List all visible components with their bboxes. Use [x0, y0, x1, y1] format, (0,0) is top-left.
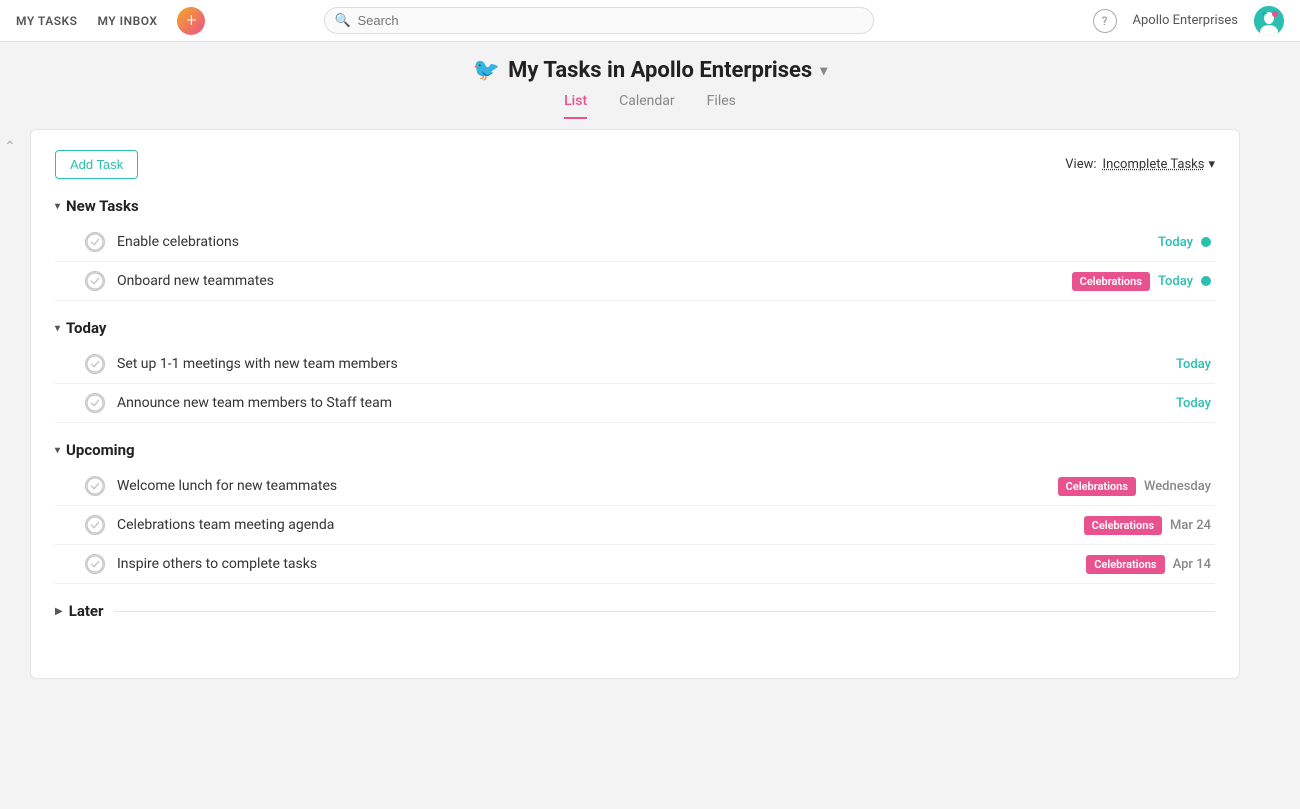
task-tag-6: Celebrations	[1084, 516, 1162, 535]
view-label: View:	[1065, 157, 1096, 172]
task-date-4: Today	[1176, 396, 1211, 411]
task-tag-5: Celebrations	[1058, 477, 1136, 496]
task-meta-7: Celebrations Apr 14	[1086, 555, 1211, 574]
my-inbox-nav[interactable]: MY INBOX	[97, 14, 157, 28]
view-chevron: ▾	[1208, 157, 1215, 172]
logo-icon: 🐦	[473, 58, 500, 83]
page-header: 🐦 My Tasks in Apollo Enterprises ▾ List …	[0, 42, 1300, 119]
task-meta-1: Today	[1158, 235, 1211, 250]
task-meta-4: Today	[1176, 396, 1211, 411]
task-tag-2: Celebrations	[1072, 272, 1150, 291]
task-date-3: Today	[1176, 357, 1211, 372]
add-button[interactable]: +	[177, 7, 205, 35]
task-date-5: Wednesday	[1144, 479, 1211, 494]
task-name-3: Set up 1-1 meetings with new team member…	[117, 356, 1164, 372]
task-meta-5: Celebrations Wednesday	[1058, 477, 1211, 496]
task-dot-2	[1201, 276, 1211, 286]
task-checkbox-6[interactable]	[85, 515, 105, 535]
task-name-4: Announce new team members to Staff team	[117, 395, 1164, 411]
top-nav: MY TASKS MY INBOX + 🔍 ? Apollo Enterpris…	[0, 0, 1300, 42]
task-checkbox-5[interactable]	[85, 476, 105, 496]
later-label: Later	[69, 602, 104, 620]
view-filter[interactable]: View: Incomplete Tasks ▾	[1065, 157, 1215, 172]
sidebar-toggle-icon: ⌃	[4, 139, 16, 155]
section-upcoming[interactable]: ▾ Upcoming	[55, 441, 1215, 459]
workspace-label: Apollo Enterprises	[1133, 13, 1238, 28]
upcoming-caret: ▾	[55, 445, 60, 456]
task-date-2: Today	[1158, 274, 1193, 289]
main-content: Add Task View: Incomplete Tasks ▾ ▾ New …	[20, 119, 1300, 809]
today-caret: ▾	[55, 323, 60, 334]
task-checkbox-2[interactable]	[85, 271, 105, 291]
nav-right: ? Apollo Enterprises	[1093, 6, 1284, 36]
task-date-1: Today	[1158, 235, 1193, 250]
task-checkbox-4[interactable]	[85, 393, 105, 413]
page-tabs: List Calendar Files	[0, 93, 1300, 119]
search-bar: 🔍	[324, 7, 874, 34]
help-button[interactable]: ?	[1093, 9, 1117, 33]
later-divider	[114, 611, 1215, 612]
task-meta-2: Celebrations Today	[1072, 272, 1211, 291]
task-checkbox-1[interactable]	[85, 232, 105, 252]
task-name-2: Onboard new teammates	[117, 273, 1060, 289]
today-label: Today	[66, 319, 106, 337]
task-name-6: Celebrations team meeting agenda	[117, 517, 1072, 533]
task-name-7: Inspire others to complete tasks	[117, 556, 1074, 572]
tab-list[interactable]: List	[564, 93, 587, 119]
avatar[interactable]	[1254, 6, 1284, 36]
toolbar: Add Task View: Incomplete Tasks ▾	[55, 150, 1215, 179]
task-dot-1	[1201, 237, 1211, 247]
task-name-5: Welcome lunch for new teammates	[117, 478, 1046, 494]
sidebar-toggle[interactable]: ⌃	[0, 119, 20, 809]
task-meta-3: Today	[1176, 357, 1211, 372]
title-chevron[interactable]: ▾	[820, 63, 827, 79]
new-tasks-label: New Tasks	[66, 197, 139, 215]
content-card: Add Task View: Incomplete Tasks ▾ ▾ New …	[30, 129, 1240, 679]
later-section[interactable]: ▶ Later	[55, 602, 1215, 620]
search-icon: 🔍	[334, 13, 350, 28]
search-input[interactable]	[324, 7, 874, 34]
upcoming-label: Upcoming	[66, 441, 135, 459]
tab-files[interactable]: Files	[707, 93, 736, 119]
task-row[interactable]: Inspire others to complete tasks Celebra…	[55, 545, 1215, 584]
tab-calendar[interactable]: Calendar	[619, 93, 675, 119]
task-date-6: Mar 24	[1170, 518, 1211, 533]
task-row[interactable]: Announce new team members to Staff team …	[55, 384, 1215, 423]
task-date-7: Apr 14	[1173, 557, 1211, 572]
task-row[interactable]: Enable celebrations Today	[55, 223, 1215, 262]
task-tag-7: Celebrations	[1086, 555, 1164, 574]
page-title: 🐦 My Tasks in Apollo Enterprises ▾	[0, 58, 1300, 83]
later-caret: ▶	[55, 606, 63, 617]
task-checkbox-7[interactable]	[85, 554, 105, 574]
task-row[interactable]: Welcome lunch for new teammates Celebrat…	[55, 467, 1215, 506]
section-today[interactable]: ▾ Today	[55, 319, 1215, 337]
title-text: My Tasks in Apollo Enterprises	[508, 58, 812, 83]
task-meta-6: Celebrations Mar 24	[1084, 516, 1211, 535]
task-row[interactable]: Set up 1-1 meetings with new team member…	[55, 345, 1215, 384]
task-name-1: Enable celebrations	[117, 234, 1146, 250]
view-value: Incomplete Tasks	[1103, 157, 1205, 172]
layout: ⌃ Add Task View: Incomplete Tasks ▾ ▾ Ne…	[0, 119, 1300, 809]
my-tasks-nav[interactable]: MY TASKS	[16, 14, 77, 28]
section-new-tasks[interactable]: ▾ New Tasks	[55, 197, 1215, 215]
task-checkbox-3[interactable]	[85, 354, 105, 374]
add-task-button[interactable]: Add Task	[55, 150, 138, 179]
task-row[interactable]: Onboard new teammates Celebrations Today	[55, 262, 1215, 301]
task-row[interactable]: Celebrations team meeting agenda Celebra…	[55, 506, 1215, 545]
new-tasks-caret: ▾	[55, 201, 60, 212]
